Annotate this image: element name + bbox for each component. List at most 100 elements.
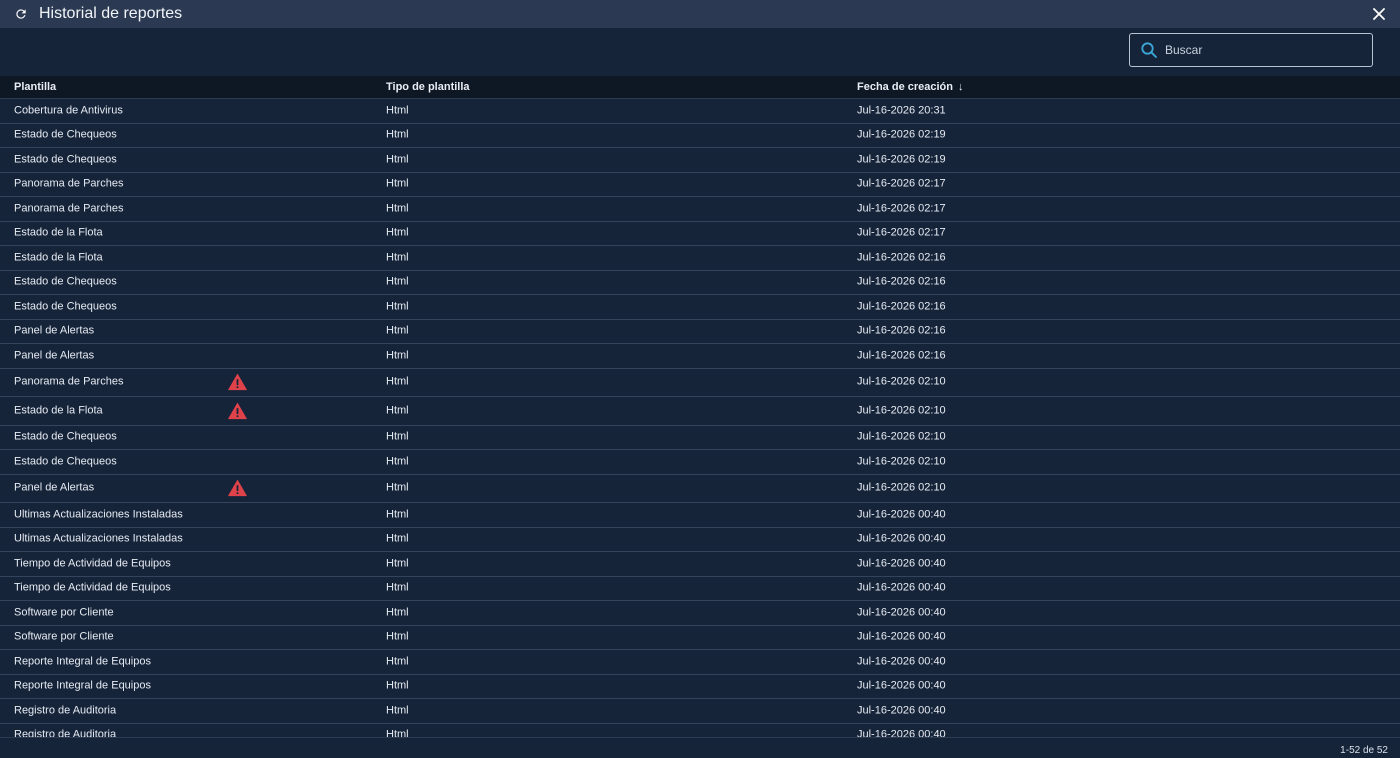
cell-template-type: Html — [386, 104, 409, 117]
cell-created-date: Jul-16-2026 02:19 — [857, 128, 946, 141]
column-header-template[interactable]: Plantilla — [14, 81, 56, 94]
table-row[interactable]: Estado de Chequeos Html Jul-16-2026 02:10 — [0, 425, 1400, 450]
cell-created-date: Jul-16-2026 02:10 — [857, 430, 946, 443]
table-row[interactable]: Estado de Chequeos Html Jul-16-2026 02:16 — [0, 295, 1400, 320]
table-footer: 1-52 de 52 — [0, 737, 1400, 758]
table-row[interactable]: Software por Cliente Html Jul-16-2026 00:4… — [0, 625, 1400, 650]
search-input[interactable] — [1165, 39, 1365, 61]
cell-template-type: Html — [386, 532, 409, 545]
cell-template-type: Html — [386, 508, 409, 521]
cell-created-date: Jul-16-2026 00:40 — [857, 581, 946, 594]
cell-template-type: Html — [386, 581, 409, 594]
cell-created-date: Jul-16-2026 02:16 — [857, 349, 946, 362]
close-icon — [1373, 8, 1385, 20]
cell-template: Ultimas Actualizaciones Instaladas — [14, 508, 183, 521]
cell-created-date: Jul-16-2026 20:31 — [857, 104, 946, 117]
table-row[interactable]: Reporte Integral de Equipos Html Jul-16-20… — [0, 674, 1400, 699]
cell-template-type: Html — [386, 704, 409, 717]
cell-created-date: Jul-16-2026 02:17 — [857, 226, 946, 239]
search-box[interactable] — [1129, 33, 1373, 67]
table-row[interactable]: Cobertura de Antivirus Html Jul-16-2026 20… — [0, 99, 1400, 124]
table-row[interactable]: Estado de Chequeos Html Jul-16-2026 02:16 — [0, 270, 1400, 295]
table-row[interactable]: Registro de Auditoria Html Jul-16-2026 00:… — [0, 699, 1400, 724]
column-header-created-label: Fecha de creación — [857, 81, 953, 93]
column-header-created[interactable]: Fecha de creación ↓ — [857, 81, 964, 94]
table-row[interactable]: Software por Cliente Html Jul-16-2026 00:4… — [0, 601, 1400, 626]
cell-template-type: Html — [386, 153, 409, 166]
cell-template-type: Html — [386, 177, 409, 190]
cell-template: Panel de Alertas — [14, 324, 95, 337]
cell-template: Ultimas Actualizaciones Instaladas — [14, 532, 183, 545]
table-row[interactable]: Estado de Chequeos Html Jul-16-2026 02:19 — [0, 148, 1400, 173]
cell-template: Panorama de Parches — [14, 177, 124, 190]
cell-created-date: Jul-16-2026 00:40 — [857, 532, 946, 545]
table-row[interactable]: Estado de la Flota Html Jul-16-2026 02:16 — [0, 246, 1400, 271]
cell-created-date: Jul-16-2026 00:40 — [857, 679, 946, 692]
table-row[interactable]: Estado de Chequeos Html Jul-16-2026 02:10 — [0, 450, 1400, 475]
cell-template-type: Html — [386, 300, 409, 313]
title-bar: Historial de reportes — [0, 0, 1400, 28]
cell-template-type: Html — [386, 679, 409, 692]
cell-template: Reporte Integral de Equipos — [14, 655, 151, 668]
table-row[interactable]: Panel de Alertas Html Jul-16-2026 02:16 — [0, 344, 1400, 369]
cell-created-date: Jul-16-2026 00:40 — [857, 508, 946, 521]
cell-template-type: Html — [386, 455, 409, 468]
close-button[interactable] — [1370, 5, 1388, 23]
table-row[interactable]: Panel de Alertas Html Jul-16-2026 02:16 — [0, 319, 1400, 344]
table-row[interactable]: Tiempo de Actividad de Equipos Html Jul-16… — [0, 552, 1400, 577]
cell-created-date: Jul-16-2026 02:17 — [857, 177, 946, 190]
cell-created-date: Jul-16-2026 02:19 — [857, 153, 946, 166]
cell-template-type: Html — [386, 324, 409, 337]
cell-template: Estado de la Flota — [14, 404, 103, 417]
table-row[interactable]: Panel de Alertas Html Jul-16-2026 02:10 — [0, 474, 1400, 503]
table-row[interactable]: Ultimas Actualizaciones Instaladas Html Ju… — [0, 503, 1400, 528]
cell-template: Registro de Auditoria — [14, 704, 117, 717]
warning-icon[interactable] — [228, 374, 247, 391]
cell-template: Panel de Alertas — [14, 349, 95, 362]
cell-template: Estado de Chequeos — [14, 153, 117, 166]
cell-template: Tiempo de Actividad de Equipos — [14, 557, 171, 570]
column-header-type[interactable]: Tipo de plantilla — [386, 81, 470, 94]
warning-icon[interactable] — [228, 402, 247, 419]
cell-template-type: Html — [386, 404, 409, 417]
cell-created-date: Jul-16-2026 00:40 — [857, 728, 946, 737]
toolbar — [0, 28, 1400, 76]
table-body: Cobertura de Antivirus Html Jul-16-2026 20… — [0, 99, 1400, 737]
cell-template: Estado de la Flota — [14, 251, 103, 264]
cell-template-type: Html — [386, 251, 409, 264]
table-row[interactable]: Estado de la Flota Html Jul-16-2026 02:10 — [0, 397, 1400, 426]
cell-template-type: Html — [386, 202, 409, 215]
table-row[interactable]: Estado de la Flota Html Jul-16-2026 02:17 — [0, 221, 1400, 246]
cell-template-type: Html — [386, 655, 409, 668]
table-row[interactable]: Ultimas Actualizaciones Instaladas Html Ju… — [0, 527, 1400, 552]
table-row[interactable]: Panorama de Parches Html Jul-16-2026 02:17 — [0, 197, 1400, 222]
refresh-icon — [16, 9, 26, 19]
column-header-type-label: Tipo de plantilla — [386, 81, 470, 93]
table-header: Plantilla Tipo de plantilla Fecha de cre… — [0, 76, 1400, 99]
cell-template: Reporte Integral de Equipos — [14, 679, 151, 692]
cell-created-date: Jul-16-2026 00:40 — [857, 557, 946, 570]
table-row[interactable]: Tiempo de Actividad de Equipos Html Jul-16… — [0, 576, 1400, 601]
cell-template-type: Html — [386, 275, 409, 288]
table-row[interactable]: Registro de Auditoria Html Jul-16-2026 00:… — [0, 723, 1400, 737]
table-row[interactable]: Panorama de Parches Html Jul-16-2026 02:10 — [0, 368, 1400, 397]
cell-template: Estado de Chequeos — [14, 430, 117, 443]
cell-created-date: Jul-16-2026 00:40 — [857, 630, 946, 643]
cell-template: Cobertura de Antivirus — [14, 104, 123, 117]
cell-created-date: Jul-16-2026 02:17 — [857, 202, 946, 215]
table-row[interactable]: Estado de Chequeos Html Jul-16-2026 02:19 — [0, 123, 1400, 148]
cell-created-date: Jul-16-2026 02:10 — [857, 404, 946, 417]
cell-template: Estado de la Flota — [14, 226, 103, 239]
cell-template-type: Html — [386, 349, 409, 362]
cell-template: Estado de Chequeos — [14, 275, 117, 288]
cell-template: Tiempo de Actividad de Equipos — [14, 581, 171, 594]
cell-template-type: Html — [386, 375, 409, 388]
cell-template: Estado de Chequeos — [14, 128, 117, 141]
cell-created-date: Jul-16-2026 02:16 — [857, 324, 946, 337]
search-icon — [1141, 42, 1157, 58]
table-row[interactable]: Panorama de Parches Html Jul-16-2026 02:17 — [0, 172, 1400, 197]
cell-template-type: Html — [386, 606, 409, 619]
table-row[interactable]: Reporte Integral de Equipos Html Jul-16-20… — [0, 650, 1400, 675]
warning-icon[interactable] — [228, 480, 247, 497]
refresh-button[interactable] — [12, 5, 30, 23]
